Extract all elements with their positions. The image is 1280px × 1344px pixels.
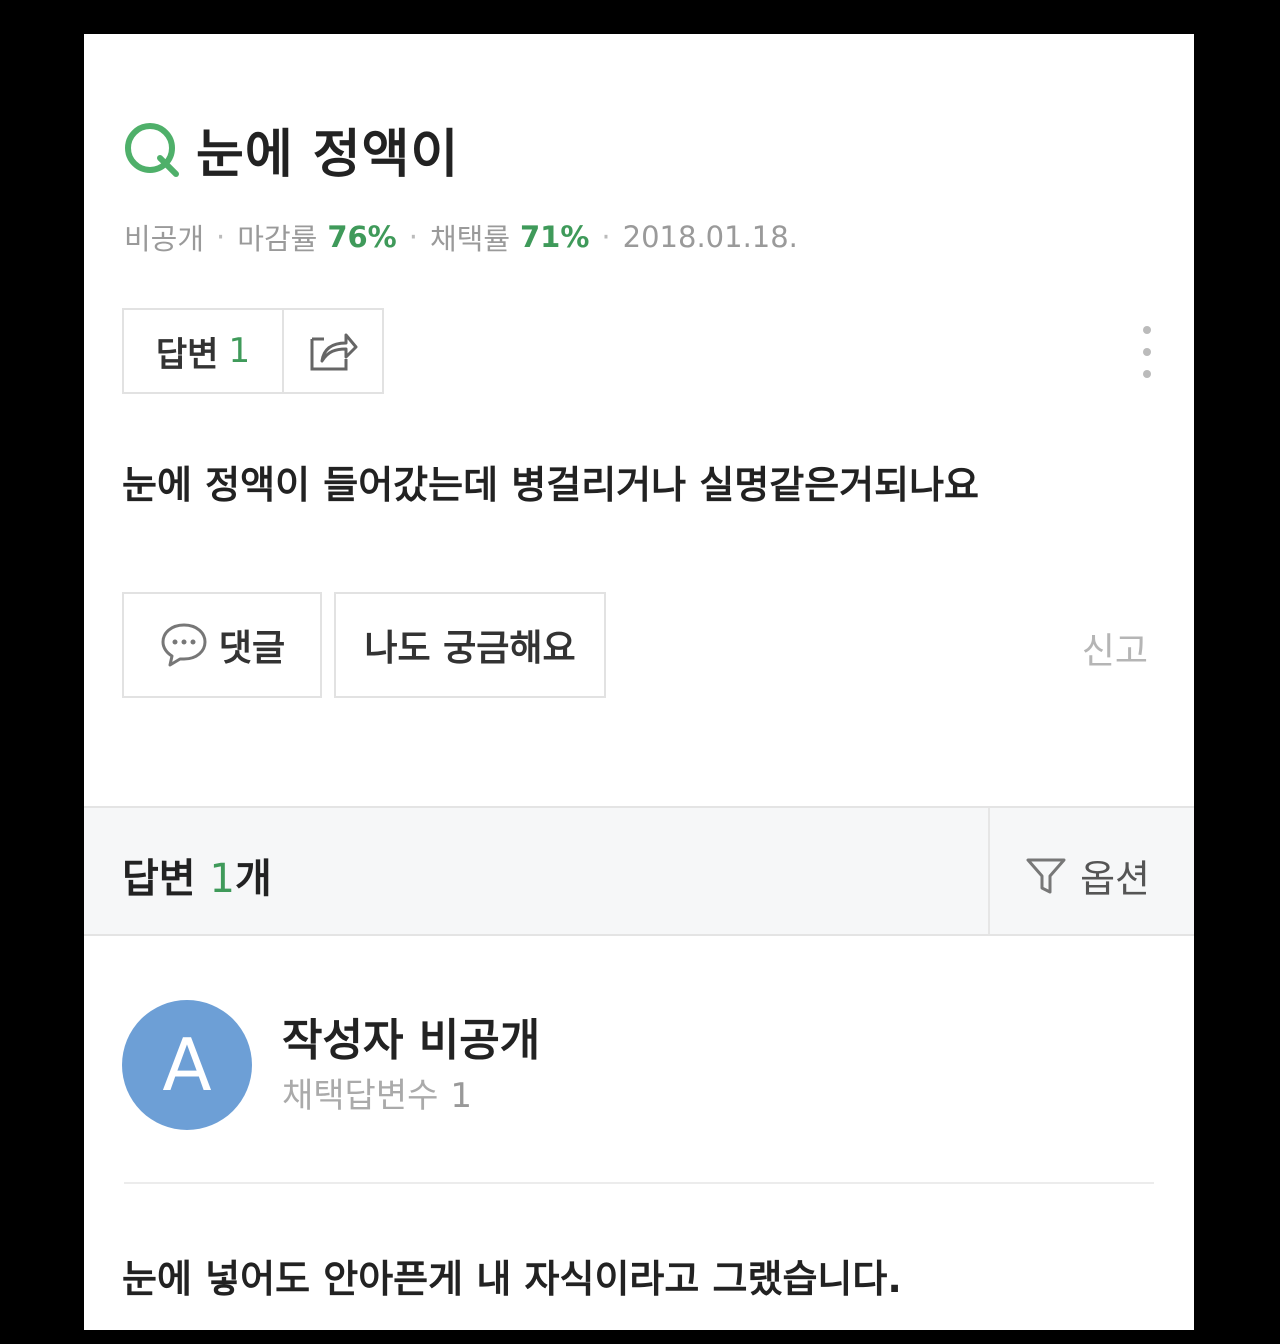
question-card: 눈에 정액이 비공개 · 마감률 76% · 채택률 71% · 2018.01… (84, 34, 1194, 1330)
share-icon (310, 333, 358, 371)
visibility-label: 비공개 (124, 222, 205, 256)
question-title: 눈에 정액이 (196, 125, 460, 185)
option-button-label: 옵션 (1080, 857, 1150, 901)
answers-count-title: 답변 1개 (122, 846, 272, 904)
meta-separator: · (601, 220, 611, 254)
share-button[interactable] (284, 310, 382, 392)
answer-button-label: 답변 (155, 334, 219, 375)
question-meta: 비공개 · 마감률 76% · 채택률 71% · 2018.01.18. (124, 216, 798, 258)
report-link[interactable]: 신고 (1082, 622, 1148, 674)
close-rate-label: 마감률 (237, 222, 318, 256)
answer-body: 눈에 넣어도 안아픈게 내 자식이라고 그랬습니다. (122, 1257, 902, 1301)
meta-separator: · (216, 220, 226, 254)
close-rate-value: 76% (327, 220, 397, 254)
avatar: A (122, 1000, 252, 1130)
adopted-answer-count: 1 (450, 1076, 473, 1116)
adopt-rate-value: 71% (520, 220, 590, 254)
more-vertical-icon[interactable] (1140, 322, 1154, 382)
me-too-curious-label: 나도 궁금해요 (364, 628, 576, 669)
me-too-curious-button[interactable]: 나도 궁금해요 (334, 592, 606, 698)
comment-bubble-icon (161, 623, 207, 667)
answer-button-count: 1 (228, 331, 251, 371)
question-title-row: 눈에 정액이 (122, 112, 459, 187)
question-body: 눈에 정액이 들어갔는데 병걸리거나 실명같은거되나요 (122, 463, 980, 507)
answer-button[interactable]: 답변 1 (124, 310, 284, 392)
answers-title-suffix: 개 (234, 856, 272, 902)
answers-count: 1 (209, 856, 235, 902)
adopted-answer-stat: 채택답변수 1 (282, 1068, 472, 1117)
author-name: 작성자 비공개 (282, 1015, 541, 1066)
divider (124, 1182, 1154, 1184)
comment-button[interactable]: 댓글 (122, 592, 322, 698)
meta-separator: · (408, 220, 418, 254)
answers-header: 답변 1개 옵션 (84, 806, 1194, 936)
q-icon (125, 122, 179, 177)
question-actions: 댓글 나도 궁금해요 (122, 592, 606, 698)
band-divider (988, 808, 990, 934)
comment-button-label: 댓글 (218, 628, 286, 669)
option-button[interactable]: 옵션 (1024, 848, 1150, 903)
answers-title-prefix: 답변 (122, 856, 210, 902)
adopted-answer-label: 채택답변수 (282, 1076, 439, 1116)
answer-button-group: 답변 1 (122, 308, 384, 394)
question-date: 2018.01.18. (622, 220, 798, 254)
filter-icon (1026, 858, 1066, 893)
adopt-rate-label: 채택률 (429, 222, 510, 256)
